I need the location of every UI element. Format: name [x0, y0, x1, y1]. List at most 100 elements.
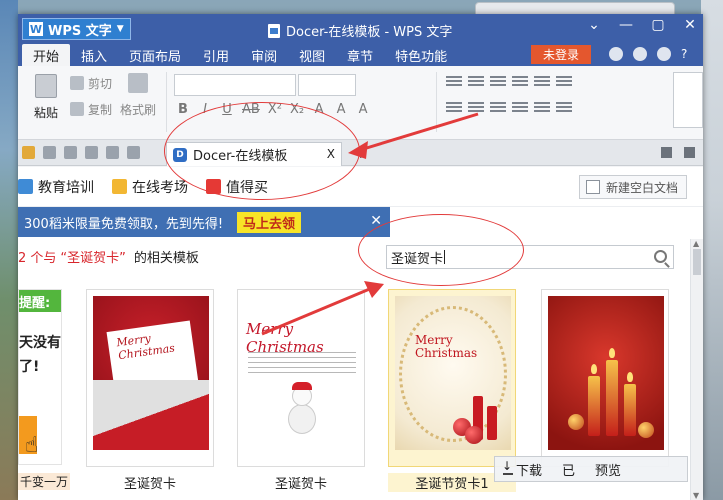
menu-page-layout[interactable]: 页面布局 — [118, 44, 192, 66]
download-label: 下载 — [516, 463, 543, 479]
justify-icon[interactable] — [512, 102, 528, 114]
char-shading-button[interactable]: A — [356, 102, 370, 117]
menu-view[interactable]: 视图 — [288, 44, 336, 66]
menu-review[interactable]: 审阅 — [240, 44, 288, 66]
shading-icon[interactable] — [556, 102, 572, 114]
table-icon[interactable] — [556, 76, 572, 88]
line-spacing-icon[interactable] — [534, 102, 550, 114]
paragraph-group — [446, 76, 578, 114]
flame-icon — [591, 364, 597, 374]
decrease-indent-icon[interactable] — [490, 76, 506, 88]
menu-sections[interactable]: 章节 — [336, 44, 384, 66]
open-folder-icon[interactable] — [22, 146, 35, 159]
tab-menu-icon[interactable] — [684, 147, 695, 158]
save-icon[interactable] — [43, 146, 56, 159]
shirt-icon[interactable] — [657, 47, 671, 61]
template-caption[interactable]: 圣诞贺卡 — [237, 473, 365, 492]
align-center-icon[interactable] — [468, 102, 484, 114]
print-icon[interactable] — [64, 146, 77, 159]
numbered-list-icon[interactable] — [468, 76, 484, 88]
template-card-selected[interactable]: Merry Christmas — [388, 289, 516, 467]
result-suffix: 的相关模板 — [133, 250, 199, 266]
new-blank-document-label: 新建空白文档 — [606, 180, 679, 195]
ad-line-2: 了! — [19, 359, 40, 375]
pencil-icon — [112, 179, 127, 194]
divider — [436, 72, 437, 132]
cut-button[interactable]: 剪切 — [70, 72, 112, 94]
ribbon-toolbar: 粘贴 剪切 复制 格式刷 B I U AB X² X₂ A A A — [18, 66, 703, 140]
nav-online-exam[interactable]: 在线考场 — [112, 177, 188, 197]
promo-claim-button[interactable]: 马上去领 — [237, 211, 302, 233]
clipboard-icon — [35, 74, 57, 98]
minimize-button[interactable]: — — [617, 17, 635, 33]
result-keyword: “圣诞贺卡” — [60, 250, 126, 266]
docer-content: 教育培训 在线考场 值得买 新建空白文档 300稻米限量免费领取，先到先得! 马… — [18, 167, 703, 500]
nav-education[interactable]: 教育培训 — [18, 177, 94, 197]
scrollbar-thumb[interactable] — [693, 249, 701, 275]
bold-button[interactable]: B — [176, 102, 190, 117]
app-menu-button[interactable]: W WPS 文字 ▼ — [22, 18, 131, 40]
preview-button[interactable]: 预览 — [595, 460, 621, 479]
tab-bar-right-icons — [661, 147, 695, 158]
nav-education-label: 教育培训 — [38, 179, 94, 196]
content-scrollbar[interactable]: ▲ ▼ — [690, 239, 703, 500]
align-left-icon[interactable] — [446, 102, 462, 114]
download-button[interactable]: 下载 — [502, 459, 543, 479]
app-name: WPS 文字 — [48, 23, 112, 39]
login-button[interactable]: 未登录 — [530, 45, 591, 64]
menu-insert[interactable]: 插入 — [70, 44, 118, 66]
window-title: Docer-在线模板 - WPS 文字 — [268, 21, 452, 40]
paste-button[interactable]: 粘贴 — [28, 74, 64, 122]
help-icon[interactable]: ? — [681, 47, 697, 61]
align-right-icon[interactable] — [490, 102, 506, 114]
scroll-down-icon[interactable]: ▼ — [693, 491, 699, 500]
chevron-down-icon: ▼ — [116, 24, 124, 34]
print-preview-icon[interactable] — [85, 146, 98, 159]
format-painter-label: 格式刷 — [120, 102, 157, 117]
menu-special-features[interactable]: 特色功能 — [384, 44, 458, 66]
template-caption[interactable]: 圣诞贺卡 — [86, 473, 214, 492]
flame-icon — [609, 348, 615, 358]
search-icon[interactable] — [654, 250, 667, 263]
collapse-ribbon-button[interactable]: ⌄ — [585, 17, 603, 33]
divider — [166, 72, 167, 132]
clipboard-group: 剪切 复制 — [70, 72, 112, 120]
menu-home[interactable]: 开始 — [22, 44, 71, 66]
snowman-icon — [284, 382, 320, 438]
styles-gallery[interactable] — [673, 72, 703, 128]
copy-button[interactable]: 复制 — [70, 98, 112, 120]
brush-icon — [128, 73, 148, 93]
maximize-button[interactable]: ▢ — [649, 17, 667, 33]
template-card[interactable]: Merry Christmas — [86, 289, 214, 467]
annotation-ellipse-search — [358, 214, 524, 286]
format-painter-button[interactable]: 格式刷 — [120, 72, 156, 120]
new-blank-document-button[interactable]: 新建空白文档 — [579, 175, 687, 199]
ornament-ball-icon — [638, 422, 654, 438]
close-button[interactable]: ✕ — [681, 17, 699, 33]
template-thumbnail — [548, 296, 664, 450]
template-card[interactable]: Merry Christmas — [237, 289, 365, 467]
menu-references[interactable]: 引用 — [192, 44, 240, 66]
menu-right-icons: ? — [609, 47, 697, 61]
action-button-2[interactable]: 已 — [562, 460, 575, 479]
highlight-button[interactable]: A — [334, 102, 348, 117]
skin-icon[interactable] — [609, 47, 623, 61]
increase-indent-icon[interactable] — [512, 76, 528, 88]
window-controls: ⌄ — ▢ ✕ — [585, 17, 699, 33]
restore-view-icon[interactable] — [661, 147, 672, 158]
side-advertisement[interactable]: 提醒: 天没有 了! ☝ — [18, 289, 62, 465]
font-size-up-icon[interactable] — [534, 76, 550, 88]
redo-icon[interactable] — [127, 146, 140, 159]
undo-icon[interactable] — [106, 146, 119, 159]
template-card[interactable] — [541, 289, 669, 467]
desktop-background-left — [0, 0, 18, 500]
font-name-select[interactable] — [174, 74, 296, 96]
ornament-ball-icon — [465, 426, 483, 444]
ad-caption: 千变一万 — [18, 473, 71, 490]
desktop-background-right — [701, 0, 723, 500]
scroll-up-icon[interactable]: ▲ — [693, 239, 699, 248]
sync-icon[interactable] — [633, 47, 647, 61]
bullet-list-icon[interactable] — [446, 76, 462, 88]
result-count: 2 个与 — [18, 250, 57, 266]
font-size-select[interactable] — [298, 74, 356, 96]
